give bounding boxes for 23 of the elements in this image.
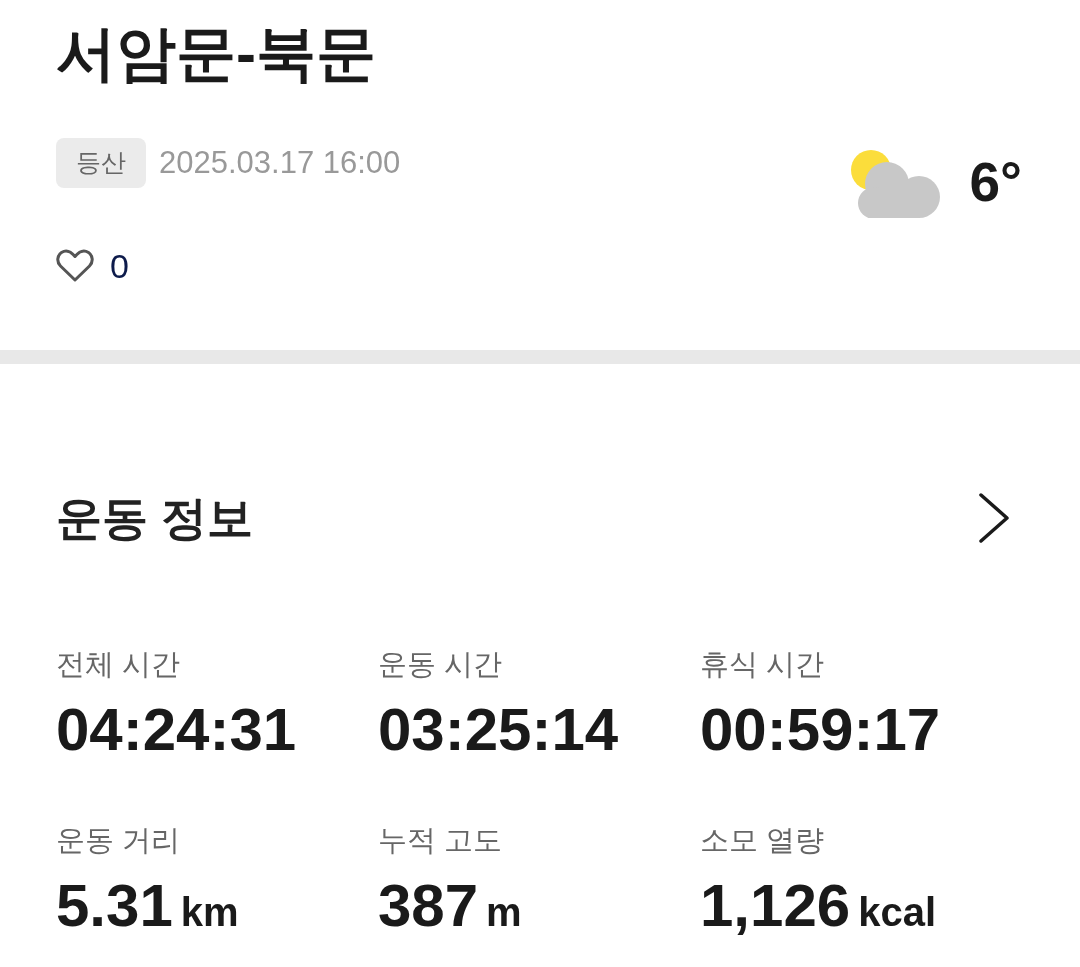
stat-value: 04:24:31 [56, 698, 297, 762]
stat-value: 1,126 [700, 874, 851, 938]
stat-label: 누적 고도 [378, 823, 503, 858]
stat-unit: km [180, 889, 239, 936]
section-title: 운동 정보 [56, 491, 253, 546]
stat-label: 운동 시간 [378, 647, 503, 682]
stat-value: 03:25:14 [378, 698, 619, 762]
page-title: 서암문-북문 [56, 19, 376, 89]
stat-unit: kcal [858, 889, 936, 936]
stat-label: 휴식 시간 [700, 647, 825, 682]
stat-label: 운동 거리 [56, 823, 181, 858]
stat-label: 전체 시간 [56, 647, 181, 682]
date-time: 2025.03.17 16:00 [159, 144, 401, 182]
stat-value: 00:59:17 [700, 698, 941, 762]
category-tag: 등산 [56, 138, 146, 188]
temperature: 6° [969, 152, 1022, 212]
stat-label: 소모 열량 [700, 823, 825, 858]
stat-unit: m [486, 889, 522, 936]
like-count: 0 [110, 246, 129, 286]
stat-value: 387 [378, 874, 479, 938]
chevron-right-icon[interactable] [978, 492, 1010, 544]
stat-value: 5.31 [56, 874, 173, 938]
heart-icon[interactable] [56, 249, 94, 283]
